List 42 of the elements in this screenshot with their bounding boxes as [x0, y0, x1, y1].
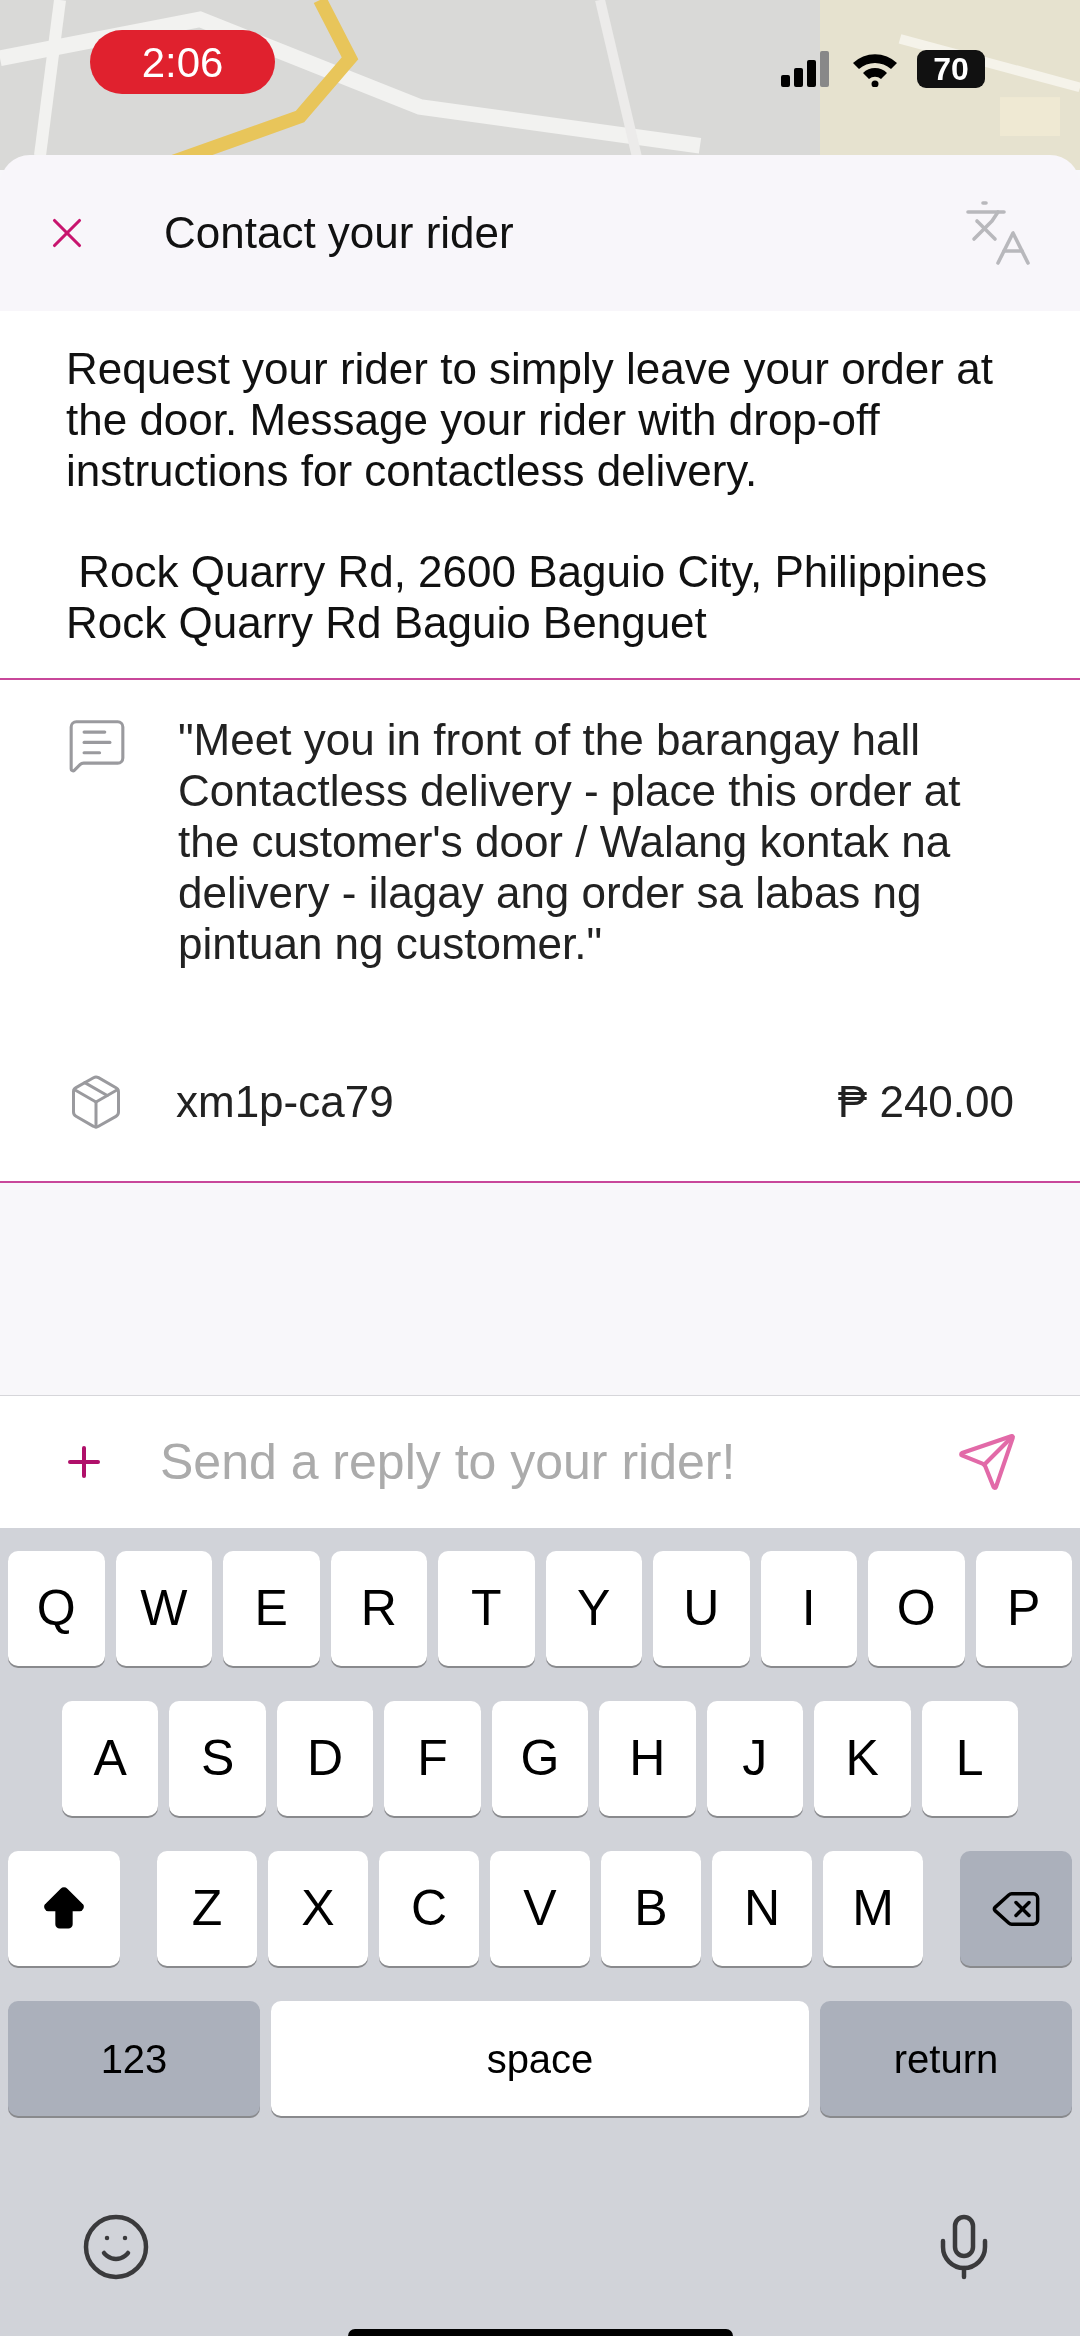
keyboard-key[interactable]: Z: [157, 1851, 257, 1966]
address-line: Rock Quarry Rd, 2600 Baguio City, Philippines: [77, 546, 989, 597]
shift-key[interactable]: [8, 1851, 120, 1966]
status-time: 2:06: [141, 37, 224, 88]
keyboard-key[interactable]: E: [223, 1551, 320, 1666]
keyboard-key[interactable]: U: [653, 1551, 750, 1666]
keyboard-key[interactable]: D: [276, 1701, 374, 1816]
send-icon: [956, 1431, 1018, 1493]
keyboard-key[interactable]: return: [820, 2001, 1072, 2116]
keyboard-key[interactable]: G: [491, 1701, 589, 1816]
keyboard-key[interactable]: R: [330, 1551, 427, 1666]
keyboard-key[interactable]: A: [62, 1701, 159, 1816]
keyboard-key[interactable]: 123: [8, 2001, 260, 2116]
address-line: Rock Quarry Rd Baguio Benguet: [66, 597, 708, 648]
backspace-key[interactable]: [960, 1851, 1072, 1966]
message-text: "Meet you in front of the barangay hall Contactless delivery - place this order at the customer's door / Walang kontak na delivery - ilagay ang order sa labas ng pintuan ng customer.": [178, 714, 962, 969]
keyboard-key[interactable]: L: [921, 1701, 1018, 1816]
keyboard-key[interactable]: H: [599, 1701, 696, 1816]
keyboard-key[interactable]: T: [438, 1551, 535, 1666]
keyboard-key[interactable]: N: [712, 1851, 812, 1966]
keyboard-key[interactable]: Y: [545, 1551, 642, 1666]
keyboard-key[interactable]: W: [115, 1551, 212, 1666]
sheet-title: Contact your rider: [164, 207, 515, 259]
keyboard-key[interactable]: P: [975, 1551, 1072, 1666]
keyboard-key[interactable]: X: [268, 1851, 368, 1966]
battery-level: 70: [933, 50, 969, 89]
keyboard-key[interactable]: Q: [8, 1551, 105, 1666]
keyboard-key[interactable]: F: [384, 1701, 481, 1816]
keyboard-key[interactable]: K: [814, 1701, 911, 1816]
keyboard-key[interactable]: C: [379, 1851, 479, 1966]
keyboard-key[interactable]: O: [868, 1551, 965, 1666]
keyboard-key[interactable]: B: [601, 1851, 701, 1966]
space-key[interactable]: space: [271, 2001, 809, 2116]
keyboard-key[interactable]: S: [169, 1701, 266, 1816]
keyboard-key[interactable]: M: [823, 1851, 923, 1966]
order-code: xm1p-ca79: [176, 1076, 395, 1128]
order-price: ₱ 240.00: [837, 1076, 1014, 1128]
wifi-icon: [851, 51, 899, 87]
keyboard-key[interactable]: V: [490, 1851, 590, 1966]
keyboard-key[interactable]: I: [760, 1551, 857, 1666]
keyboard-key[interactable]: J: [706, 1701, 804, 1816]
instructions-text: Request your rider to simply leave your order at the door. Message your rider with drop-off instructions for contactless delivery.: [66, 343, 994, 496]
